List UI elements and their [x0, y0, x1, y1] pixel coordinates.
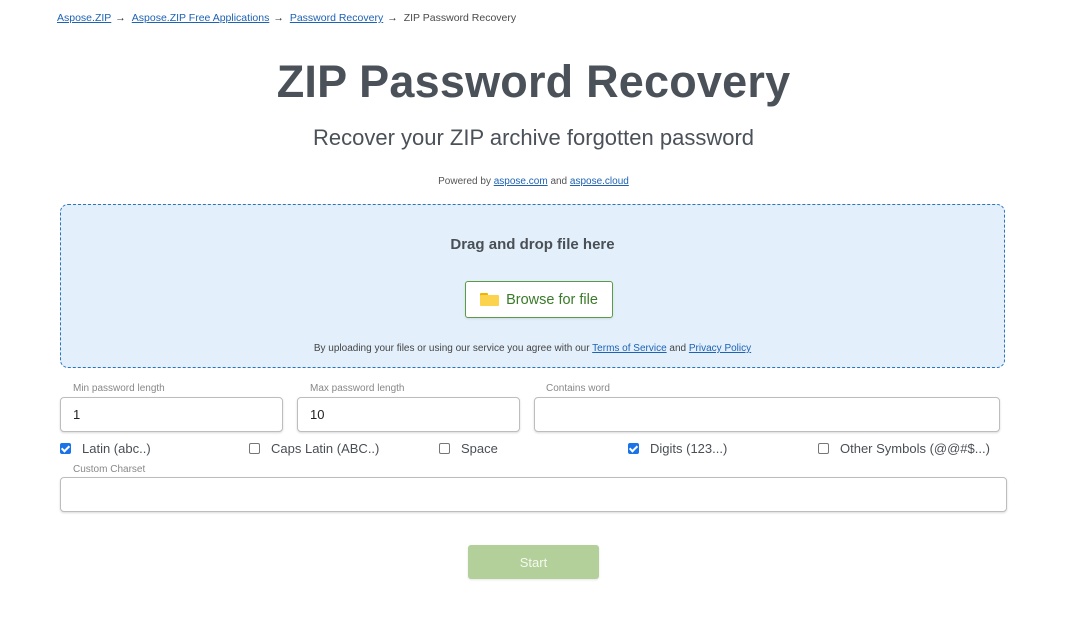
min-length-label: Min password length	[73, 383, 165, 394]
browse-file-label: Browse for file	[506, 291, 598, 308]
aspose-cloud-link[interactable]: aspose.cloud	[570, 176, 629, 187]
breadcrumb-free-applications[interactable]: Aspose.ZIP Free Applications	[132, 12, 270, 24]
breadcrumb-separator: →	[273, 12, 284, 24]
page-title: ZIP Password Recovery	[276, 56, 791, 107]
charset-latin-label: Latin (abc..)	[82, 441, 151, 456]
contains-word-input[interactable]	[534, 397, 1000, 432]
checkbox-unchecked-icon[interactable]	[249, 443, 260, 454]
breadcrumb-password-recovery[interactable]: Password Recovery	[290, 12, 383, 24]
charset-space-checkbox[interactable]: Space	[439, 441, 498, 456]
browse-file-button[interactable]: Browse for file	[465, 281, 613, 318]
checkbox-checked-icon[interactable]	[628, 443, 639, 454]
powered-by: Powered by aspose.com and aspose.cloud	[0, 176, 1067, 187]
breadcrumb-aspose-zip[interactable]: Aspose.ZIP	[57, 12, 111, 24]
charset-digits-checkbox[interactable]: Digits (123...)	[628, 441, 727, 456]
breadcrumb-separator: →	[115, 12, 126, 24]
max-length-input[interactable]	[297, 397, 520, 432]
agree-and: and	[669, 343, 687, 354]
agree-prefix: By uploading your files or using our ser…	[313, 343, 590, 354]
breadcrumb-separator: →	[387, 12, 398, 24]
dropzone-title: Drag and drop file here	[450, 236, 615, 253]
charset-caps-latin-label: Caps Latin (ABC..)	[271, 441, 380, 456]
page-subtitle: Recover your ZIP archive forgotten passw…	[312, 125, 755, 150]
charset-other-symbols-label: Other Symbols (@@#$...)	[840, 441, 990, 456]
breadcrumb: Aspose.ZIP → Aspose.ZIP Free Applications →…	[57, 12, 516, 24]
terms-agreement: By uploading your files or using our ser…	[61, 343, 1004, 354]
checkbox-checked-icon[interactable]	[60, 443, 71, 454]
powered-and: and	[550, 176, 568, 187]
charset-caps-latin-checkbox[interactable]: Caps Latin (ABC..)	[249, 441, 379, 456]
start-button[interactable]: Start	[468, 545, 599, 579]
file-dropzone[interactable]: Drag and drop file here Browse for file …	[60, 204, 1005, 368]
folder-icon	[480, 293, 500, 306]
checkbox-unchecked-icon[interactable]	[439, 443, 450, 454]
custom-charset-input[interactable]	[60, 477, 1007, 512]
max-length-label: Max password length	[310, 383, 405, 394]
aspose-com-link[interactable]: aspose.com	[494, 176, 548, 187]
terms-of-service-link[interactable]: Terms of Service	[592, 343, 666, 354]
breadcrumb-current: ZIP Password Recovery	[403, 12, 517, 24]
min-length-input[interactable]	[60, 397, 283, 432]
contains-word-label: Contains word	[546, 383, 610, 394]
privacy-policy-link[interactable]: Privacy Policy	[689, 343, 751, 354]
charset-space-label: Space	[461, 441, 498, 456]
charset-latin-checkbox[interactable]: Latin (abc..)	[60, 441, 151, 456]
checkbox-unchecked-icon[interactable]	[818, 443, 829, 454]
custom-charset-label: Custom Charset	[73, 464, 146, 475]
charset-other-symbols-checkbox[interactable]: Other Symbols (@@#$...)	[818, 441, 990, 456]
powered-prefix: Powered by	[438, 176, 491, 187]
charset-digits-label: Digits (123...)	[650, 441, 728, 456]
